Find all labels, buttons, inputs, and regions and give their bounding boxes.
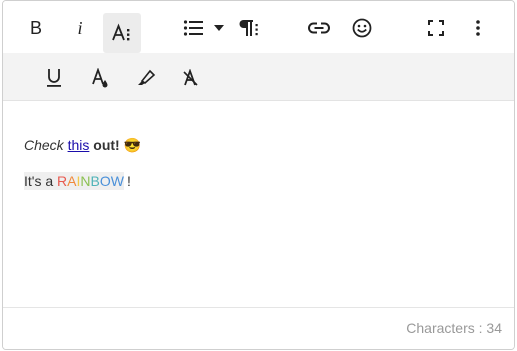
toolbar-primary: B i bbox=[3, 1, 514, 53]
list-options-dropdown[interactable] bbox=[211, 19, 227, 37]
insert-emoticon-button[interactable] bbox=[348, 15, 376, 41]
rainbow-letter: W bbox=[110, 173, 124, 189]
bold-icon: B bbox=[29, 17, 42, 38]
content-line-1: Check this out! 😎 bbox=[24, 137, 141, 154]
bulleted-list-button[interactable] bbox=[181, 15, 207, 41]
editor-footer: Characters : 34 bbox=[3, 307, 514, 349]
content-line-2: It's a RAINBOW! bbox=[24, 172, 131, 190]
fullscreen-button[interactable] bbox=[423, 15, 449, 41]
paragraph-format-icon bbox=[238, 19, 260, 37]
font-size-button[interactable] bbox=[103, 13, 141, 53]
editor-content-area[interactable] bbox=[3, 102, 514, 308]
bold-text: out! bbox=[93, 137, 120, 153]
chevron-down-icon bbox=[214, 25, 224, 31]
text-prefix: It's a bbox=[24, 172, 58, 190]
bold-button[interactable]: B bbox=[23, 15, 49, 41]
link-icon bbox=[308, 22, 330, 34]
italic-button[interactable]: i bbox=[67, 15, 93, 41]
text-color-button[interactable] bbox=[87, 65, 113, 91]
rainbow-letter: N bbox=[80, 173, 91, 189]
content-link[interactable]: this bbox=[68, 137, 90, 153]
italic-text: Check bbox=[24, 137, 64, 153]
more-options-button[interactable] bbox=[467, 15, 489, 41]
more-icon bbox=[476, 20, 480, 36]
text-color-icon bbox=[91, 68, 109, 88]
toolbar-secondary bbox=[3, 53, 514, 101]
sunglasses-emoji-icon: 😎 bbox=[123, 137, 142, 153]
insert-link-button[interactable] bbox=[305, 15, 333, 41]
rich-text-editor: B i Check this out! 😎 It's a RAINBOW ! C… bbox=[2, 0, 515, 350]
italic-icon: i bbox=[77, 17, 83, 38]
clear-formatting-button[interactable] bbox=[178, 65, 204, 91]
emoticon-icon bbox=[352, 18, 372, 38]
rainbow-letter: R bbox=[57, 173, 68, 189]
clear-formatting-icon bbox=[182, 69, 200, 87]
fullscreen-icon bbox=[428, 20, 444, 36]
highlighter-icon bbox=[136, 69, 156, 87]
highlight-button[interactable] bbox=[133, 65, 159, 91]
rainbow-text: RAINBOW bbox=[57, 172, 124, 190]
character-count: Characters : 34 bbox=[406, 320, 502, 336]
paragraph-format-button[interactable] bbox=[235, 15, 263, 41]
underline-button[interactable] bbox=[41, 65, 67, 91]
rainbow-letter: O bbox=[99, 173, 111, 189]
font-size-icon bbox=[111, 23, 133, 43]
underline-icon bbox=[46, 68, 62, 88]
text-suffix: ! bbox=[126, 173, 131, 189]
rainbow-letter: B bbox=[90, 173, 100, 189]
bulleted-list-icon bbox=[183, 19, 205, 37]
rainbow-letter: A bbox=[67, 173, 77, 189]
